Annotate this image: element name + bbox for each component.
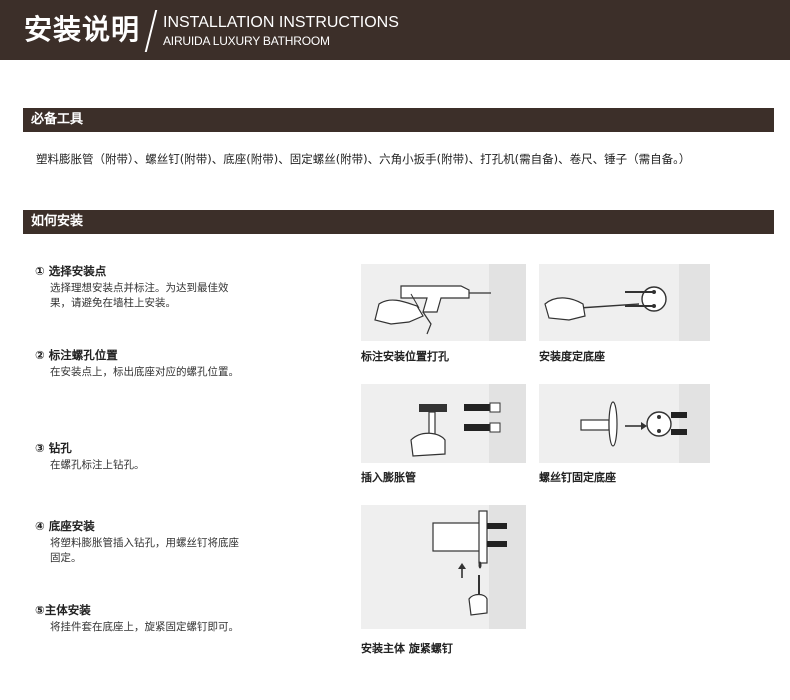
screwdriver-panel [539,264,710,341]
tools-heading: 必备工具 [23,108,774,132]
step-title: ③ 钻孔 [35,441,72,455]
step-title: ② 标注螺孔位置 [35,348,118,362]
hammer-panel [361,384,526,463]
caption-5: 安装主体 旋紧螺钉 [361,642,453,655]
step-desc: 选择理想安装点并标注。为达到最佳效果，请避免在墙柱上安装。 [50,282,229,309]
step-1: ① 选择安装点 选择理想安装点并标注。为达到最佳效果，请避免在墙柱上安装。 [35,264,245,311]
drill-illustration-icon [374,264,526,341]
hammer-illustration-icon [410,384,526,463]
caption-4: 螺丝钉固定底座 [539,471,616,484]
step-desc: 在安装点上，标出底座对应的螺孔位置。 [50,366,239,378]
step-title: ① 选择安装点 [35,264,107,278]
step-title: ④ 底座安装 [35,519,95,533]
step-desc: 将挂件套在底座上，旋紧固定螺钉即可。 [50,621,239,633]
tools-list: 塑料膨胀管（附带）、螺丝钉(附带)、底座(附带)、固定螺丝(附带)、六角小扳手(… [36,152,691,166]
drill-panel [361,264,526,341]
caption-1: 标注安装位置打孔 [361,350,449,363]
caption-2: 安装度定底座 [539,350,605,363]
base-screw-panel [539,384,710,463]
mount-body-panel [361,505,526,629]
step-3: ③ 钻孔 在螺孔标注上钻孔。 [35,441,245,473]
step-2: ② 标注螺孔位置 在安装点上，标出底座对应的螺孔位置。 [35,348,245,380]
caption-3: 插入膨胀管 [361,471,416,484]
header-title-zh: 安装说明 [24,13,141,46]
header-subtitle-en: AIRUIDA LUXURY BATHROOM [163,34,330,48]
install-heading: 如何安装 [23,210,774,234]
step-desc: 在螺孔标注上钻孔。 [50,459,145,471]
screwdriver-illustration-icon [544,264,710,341]
step-5: ⑤主体安装 将挂件套在底座上，旋紧固定螺钉即可。 [35,603,245,635]
step-desc: 将塑料膨胀管插入钻孔，用螺丝钉将底座固定。 [50,537,239,564]
header-title-en: INSTALLATION INSTRUCTIONS [163,14,399,31]
base-screw-illustration-icon [580,384,710,463]
header-divider [144,10,158,52]
page-header: 安装说明 INSTALLATION INSTRUCTIONS AIRUIDA L… [0,0,790,60]
step-title: ⑤主体安装 [35,603,91,617]
mount-body-illustration-icon [432,505,526,629]
step-4: ④ 底座安装 将塑料膨胀管插入钻孔，用螺丝钉将底座固定。 [35,519,245,566]
